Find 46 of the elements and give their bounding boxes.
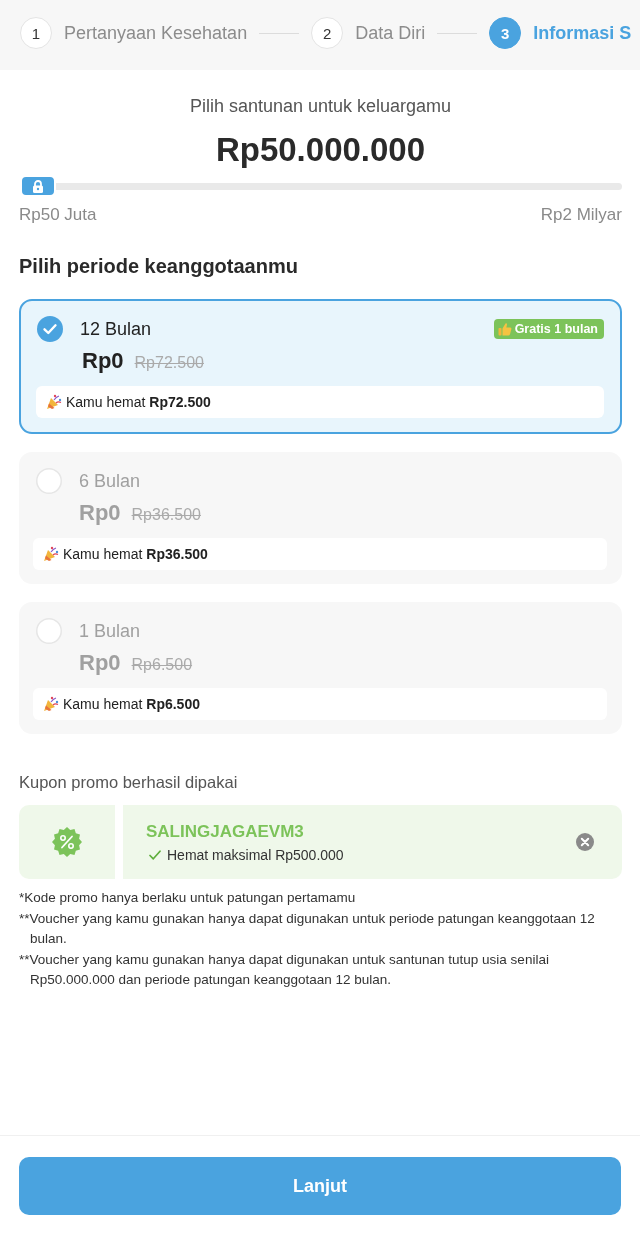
radio-icon[interactable] (36, 618, 62, 644)
price: Rp0 (79, 500, 121, 526)
section-title: Pilih periode keanggotaanmu (19, 254, 299, 279)
radio-icon[interactable] (36, 468, 62, 494)
period-option[interactable]: 1 Bulan Rp0 Rp6.500 Kamu hemat Rp6.500 (19, 602, 622, 734)
footnote: *Kode promo hanya berlaku untuk patungan pertamamu (19, 889, 357, 907)
savings-text: Kamu hemat Rp36.500 (63, 546, 208, 562)
party-popper-icon (43, 696, 59, 712)
benefit-amount: Rp50.000.000 (215, 131, 426, 169)
original-price: Rp72.500 (134, 354, 204, 372)
original-price: Rp6.500 (131, 656, 193, 674)
slider-thumb[interactable] (20, 175, 56, 197)
range-max-label: Rp2 Milyar (540, 204, 622, 225)
coupon-title: Kupon promo berhasil dipakai (19, 772, 239, 793)
step-label: Informasi S (533, 22, 632, 44)
party-popper-icon (46, 394, 62, 410)
promo-label: Gratis 1 bulan (514, 322, 598, 336)
range-min-label: Rp50 Juta (19, 204, 97, 225)
thumbs-up-icon (497, 322, 512, 336)
checked-radio-icon[interactable] (37, 316, 63, 342)
original-price: Rp36.500 (131, 506, 201, 524)
check-icon (149, 850, 161, 860)
coupon-code: SALINGJAGAEVM3 (146, 821, 305, 843)
benefit-prompt: Pilih santunan untuk keluargamu (189, 95, 452, 117)
price: Rp0 (82, 348, 124, 374)
step-number: 1 (20, 17, 52, 49)
step-number: 2 (311, 17, 344, 49)
slider-track[interactable] (20, 175, 622, 197)
period-label: 6 Bulan (79, 470, 141, 492)
lock-icon (32, 179, 44, 193)
step-label: Data Diri (355, 22, 426, 44)
footnote: **Voucher yang kamu gunakan hanya dapat digunakan untuk periode patungan keanggotaan 12 bulan. (19, 909, 596, 948)
savings-text: Kamu hemat Rp72.500 (66, 394, 211, 410)
step-number: 3 (489, 17, 522, 49)
savings-text: Kamu hemat Rp6.500 (63, 696, 200, 712)
close-icon[interactable] (576, 833, 594, 851)
period-option[interactable]: 12 Bulan Gratis 1 bulan Rp0 Rp72.500 Kamu hemat Rp72.500 (19, 299, 622, 434)
price: Rp0 (79, 650, 121, 676)
discount-badge-icon (52, 827, 82, 857)
period-label: 1 Bulan (79, 620, 141, 642)
coupon-note: Hemat maksimal Rp500.000 (167, 847, 344, 863)
party-popper-icon (43, 546, 59, 562)
period-option[interactable]: 6 Bulan Rp0 Rp36.500 Kamu hemat Rp36.500 (19, 452, 622, 584)
step-label: Pertanyaan Kesehatan (64, 22, 248, 44)
footnote: **Voucher yang kamu gunakan hanya dapat digunakan untuk santunan tutup usia senilai Rp50.000.000 dan periode patungan keanggotaan 12 bulan. (19, 950, 550, 989)
period-label: 12 Bulan (80, 318, 152, 340)
